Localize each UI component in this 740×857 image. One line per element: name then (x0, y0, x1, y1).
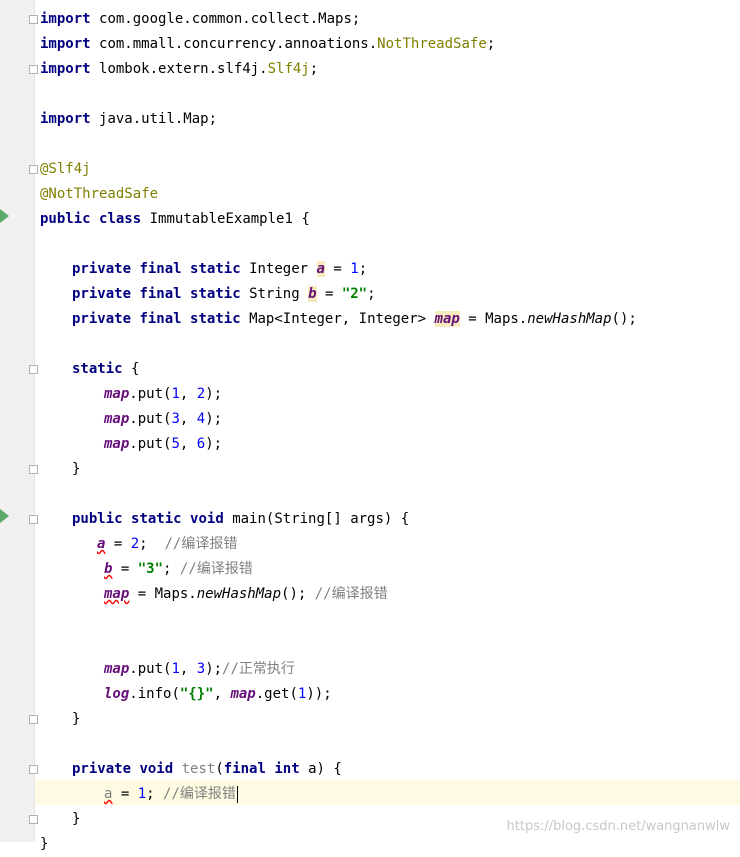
code-line-test-declaration[interactable]: private void test(final int a) { (72, 757, 342, 782)
code-line-class-close[interactable]: } (40, 832, 48, 857)
code-line-class-declaration[interactable]: public class ImmutableExample1 { (40, 207, 310, 232)
code-line-import-slf4j[interactable]: import lombok.extern.slf4j.Slf4j; (40, 57, 318, 82)
code-line-main-declaration[interactable]: public static void main(String[] args) { (72, 507, 409, 532)
code-line-field-map[interactable]: private final static Map<Integer, Intege… (72, 307, 637, 332)
code-line-import-maps[interactable]: import com.google.common.collect.Maps; (40, 7, 360, 32)
code-line-main-assign-map[interactable]: map = Maps.newHashMap(); //编译报错 (104, 582, 388, 607)
code-line-main-assign-a[interactable]: a = 2; //编译报错 (97, 532, 237, 557)
code-line-annotation-notthreadsafe[interactable]: @NotThreadSafe (40, 182, 158, 207)
code-line-static-block-open[interactable]: static { (72, 357, 139, 382)
code-line-main-log[interactable]: log.info("{}", map.get(1)); (104, 682, 332, 707)
code-line-annotation-slf4j[interactable]: @Slf4j (40, 157, 91, 182)
code-line-main-put[interactable]: map.put(1, 3);//正常执行 (104, 657, 295, 682)
code-line-static-put-3[interactable]: map.put(5, 6); (104, 432, 222, 457)
code-line-test-close[interactable]: } (72, 807, 80, 832)
code-line-import-notthreadsafe[interactable]: import com.mmall.concurrency.annoations.… (40, 32, 495, 57)
code-line-field-a[interactable]: private final static Integer a = 1; (72, 257, 367, 282)
watermark-text: https://blog.csdn.net/wangnanwlw (506, 819, 730, 834)
text-caret (236, 785, 238, 803)
code-line-static-block-close[interactable]: } (72, 457, 80, 482)
code-line-field-b[interactable]: private final static String b = "2"; (72, 282, 376, 307)
code-line-import-map[interactable]: import java.util.Map; (40, 107, 217, 132)
code-line-static-put-1[interactable]: map.put(1, 2); (104, 382, 222, 407)
code-line-main-assign-b[interactable]: b = "3"; //编译报错 (104, 557, 253, 582)
code-line-main-close[interactable]: } (72, 707, 80, 732)
code-line-static-put-2[interactable]: map.put(3, 4); (104, 407, 222, 432)
code-editor[interactable]: import com.google.common.collect.Maps; i… (0, 0, 740, 852)
code-line-test-assign-a[interactable]: a = 1; //编译报错 (104, 782, 238, 807)
